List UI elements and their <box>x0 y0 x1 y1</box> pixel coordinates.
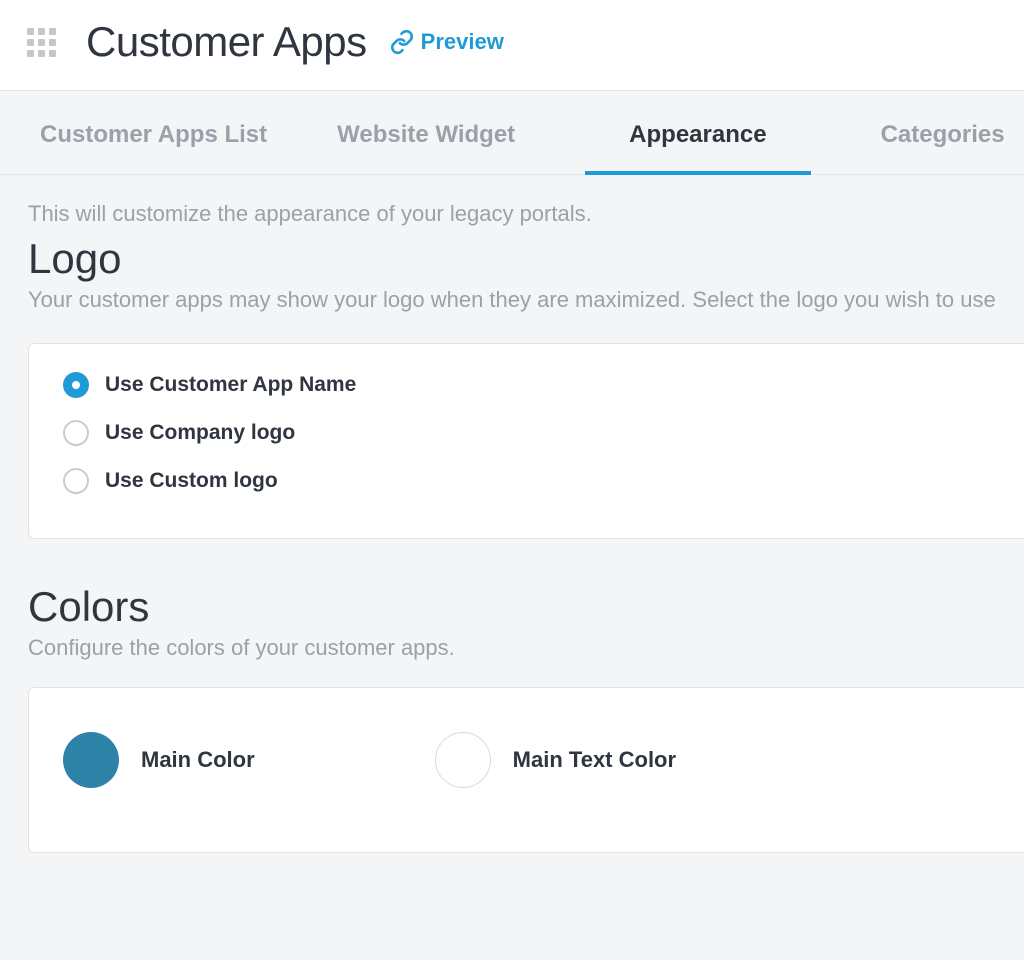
color-item-main: Main Color <box>63 732 255 788</box>
colors-heading: Colors <box>28 583 1024 631</box>
preview-link-label: Preview <box>421 29 504 55</box>
colors-card: Main Color Main Text Color <box>28 687 1024 853</box>
preview-link[interactable]: Preview <box>389 29 504 55</box>
main-color-swatch[interactable] <box>63 732 119 788</box>
tabs-bar: Customer Apps List Website Widget Appear… <box>0 91 1024 175</box>
logo-options-card: Use Customer App Name Use Company logo U… <box>28 343 1024 539</box>
intro-text: This will customize the appearance of yo… <box>28 201 1024 227</box>
main-text-color-swatch[interactable] <box>435 732 491 788</box>
color-item-text: Main Text Color <box>435 732 676 788</box>
radio-label: Use Company logo <box>105 421 295 445</box>
main-text-color-label: Main Text Color <box>513 747 676 773</box>
colors-description: Configure the colors of your customer ap… <box>28 635 1024 661</box>
radio-use-customer-app-name[interactable]: Use Customer App Name <box>63 372 990 398</box>
radio-label: Use Customer App Name <box>105 373 356 397</box>
main-color-label: Main Color <box>141 747 255 773</box>
radio-label: Use Custom logo <box>105 469 278 493</box>
logo-section: This will customize the appearance of yo… <box>0 175 1024 539</box>
logo-heading: Logo <box>28 235 1024 283</box>
tab-categories[interactable]: Categories <box>881 91 1005 175</box>
link-icon <box>389 29 415 55</box>
radio-use-custom-logo[interactable]: Use Custom logo <box>63 468 990 494</box>
tab-customer-apps-list[interactable]: Customer Apps List <box>40 91 267 175</box>
page-header: Customer Apps Preview <box>0 0 1024 90</box>
colors-section: Colors Configure the colors of your cust… <box>0 539 1024 853</box>
page-title: Customer Apps <box>86 18 367 66</box>
radio-use-company-logo[interactable]: Use Company logo <box>63 420 990 446</box>
radio-indicator <box>63 420 89 446</box>
content-area: Customer Apps List Website Widget Appear… <box>0 90 1024 960</box>
radio-indicator <box>63 468 89 494</box>
radio-indicator <box>63 372 89 398</box>
tab-appearance[interactable]: Appearance <box>585 91 810 175</box>
tab-website-widget[interactable]: Website Widget <box>337 91 515 175</box>
logo-description: Your customer apps may show your logo wh… <box>28 287 1024 313</box>
apps-grid-icon[interactable] <box>24 25 58 59</box>
